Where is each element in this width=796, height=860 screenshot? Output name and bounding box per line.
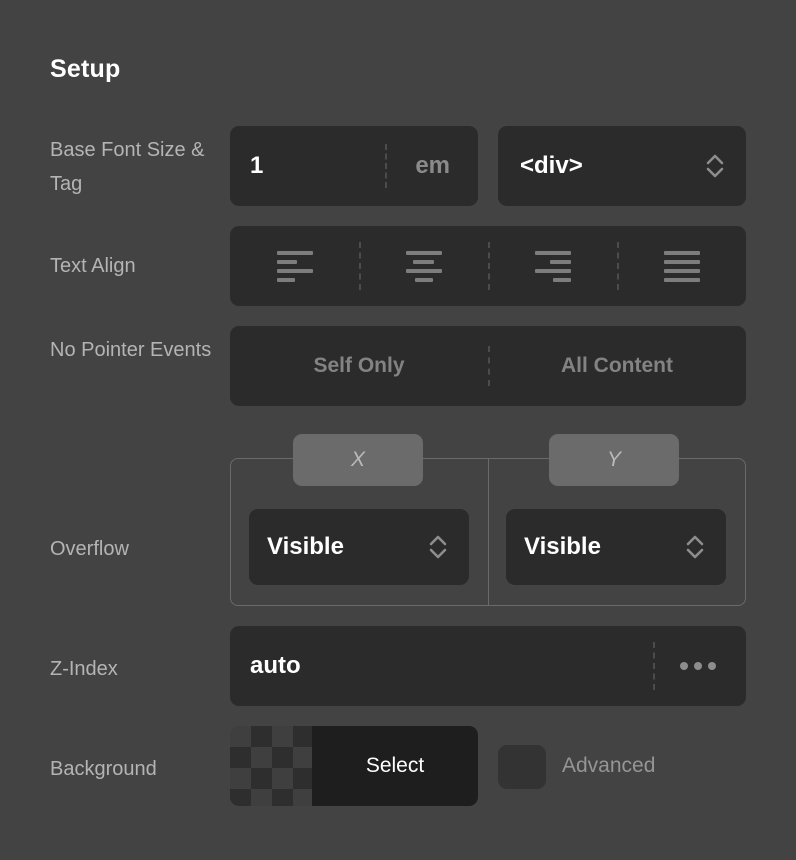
overflow-label: Overflow: [50, 532, 225, 566]
field-divider: [385, 144, 387, 188]
chevron-up-down-icon: [702, 151, 728, 181]
base-font-label: Base Font Size & Tag: [50, 133, 225, 201]
segment-divider: [488, 242, 490, 290]
advanced-checkbox[interactable]: [498, 745, 546, 789]
base-font-size-input[interactable]: 1 em: [230, 126, 478, 206]
ellipsis-icon[interactable]: [680, 662, 716, 670]
overflow-axis-tab-x[interactable]: X: [293, 434, 423, 486]
overflow-x-select[interactable]: Visible: [249, 509, 469, 585]
chevron-up-down-icon: [682, 532, 708, 562]
tag-select[interactable]: <div>: [498, 126, 746, 206]
overflow-x-value: Visible: [267, 533, 344, 561]
segment-divider: [359, 242, 361, 290]
text-align-option-center[interactable]: [359, 226, 488, 306]
overflow-axis-tab-y[interactable]: Y: [549, 434, 679, 486]
text-align-label: Text Align: [50, 249, 225, 283]
align-center-icon: [406, 251, 442, 282]
text-align-option-justify[interactable]: [617, 226, 746, 306]
tag-value: <div>: [520, 152, 583, 180]
text-align-option-left[interactable]: [230, 226, 359, 306]
text-align-segmented-control: [230, 226, 746, 306]
base-font-size-unit[interactable]: em: [415, 152, 450, 180]
chevron-up-down-icon: [425, 532, 451, 562]
transparency-checkerboard-icon[interactable]: [230, 726, 312, 806]
setup-panel: Setup Base Font Size & Tag 1 em <div> Te…: [0, 0, 796, 860]
align-justify-icon: [664, 251, 700, 282]
overflow-group-divider: [488, 459, 489, 605]
overflow-y-select[interactable]: Visible: [506, 509, 726, 585]
pointer-events-segmented-control: Self Only All Content: [230, 326, 746, 406]
segment-divider: [617, 242, 619, 290]
align-right-icon: [535, 251, 571, 282]
field-divider: [653, 642, 655, 690]
z-index-label: Z-Index: [50, 652, 225, 686]
base-font-size-value: 1: [250, 152, 263, 180]
background-control: Select: [230, 726, 478, 806]
no-pointer-events-label: No Pointer Events: [50, 333, 225, 367]
text-align-option-right[interactable]: [488, 226, 617, 306]
pointer-events-option-self-only[interactable]: Self Only: [230, 326, 488, 406]
background-select-button[interactable]: Select: [312, 726, 478, 806]
page-title: Setup: [50, 55, 120, 84]
advanced-label[interactable]: Advanced: [562, 726, 655, 806]
background-label: Background: [50, 752, 225, 786]
z-index-value: auto: [250, 652, 301, 680]
z-index-input[interactable]: auto: [230, 626, 746, 706]
overflow-y-value: Visible: [524, 533, 601, 561]
align-left-icon: [277, 251, 313, 282]
pointer-events-option-all-content[interactable]: All Content: [488, 326, 746, 406]
